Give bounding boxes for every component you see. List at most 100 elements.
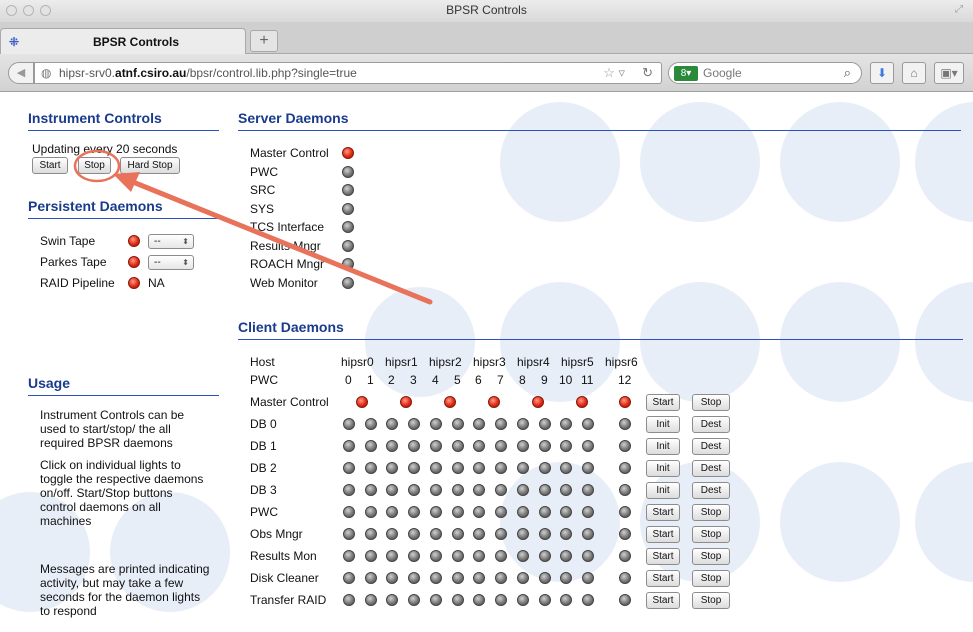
client-daemon-light[interactable] (582, 462, 594, 474)
client-daemon-light[interactable] (619, 462, 631, 474)
client-daemon-light[interactable] (430, 418, 442, 430)
client-daemon-light[interactable] (619, 418, 631, 430)
client-daemon-light[interactable] (582, 594, 594, 606)
client-daemon-light[interactable] (517, 572, 529, 584)
client-daemon-light[interactable] (517, 484, 529, 496)
client-daemon-light[interactable] (408, 572, 420, 584)
client-daemon-light[interactable] (582, 506, 594, 518)
client-daemon-light[interactable] (365, 572, 377, 584)
client-daemon-light[interactable] (365, 440, 377, 452)
client-daemon-light[interactable] (560, 594, 572, 606)
client-daemon-light[interactable] (343, 418, 355, 430)
client-daemon-light[interactable] (356, 396, 368, 408)
client-daemon-light[interactable] (582, 418, 594, 430)
server-daemon-light[interactable] (342, 258, 354, 270)
client-daemon-light[interactable] (452, 594, 464, 606)
client-daemon-light[interactable] (560, 462, 572, 474)
client-daemon-light[interactable] (452, 506, 464, 518)
client-row-button[interactable]: Stop (692, 570, 730, 587)
client-daemon-light[interactable] (517, 462, 529, 474)
client-daemon-light[interactable] (473, 594, 485, 606)
client-daemon-light[interactable] (343, 440, 355, 452)
client-daemon-light[interactable] (495, 418, 507, 430)
client-daemon-light[interactable] (386, 440, 398, 452)
client-daemon-light[interactable] (408, 440, 420, 452)
raid-pipeline-light[interactable] (128, 277, 140, 289)
client-daemon-light[interactable] (495, 550, 507, 562)
client-daemon-light[interactable] (517, 528, 529, 540)
client-daemon-light[interactable] (430, 462, 442, 474)
client-daemon-light[interactable] (560, 484, 572, 496)
client-daemon-light[interactable] (365, 528, 377, 540)
search-engine-icon[interactable]: 8▾ (674, 66, 698, 81)
search-bar[interactable]: 8▾ Google ⌕ (668, 62, 862, 84)
client-daemon-light[interactable] (408, 550, 420, 562)
downloads-icon[interactable]: ⬇ (870, 62, 894, 84)
client-daemon-light[interactable] (386, 572, 398, 584)
client-daemon-light[interactable] (495, 572, 507, 584)
client-daemon-light[interactable] (619, 484, 631, 496)
client-daemon-light[interactable] (517, 550, 529, 562)
client-daemon-light[interactable] (560, 550, 572, 562)
client-daemon-light[interactable] (576, 396, 588, 408)
instrument-start-button[interactable]: Start (32, 157, 68, 174)
client-daemon-light[interactable] (488, 396, 500, 408)
client-daemon-light[interactable] (532, 396, 544, 408)
client-daemon-light[interactable] (619, 572, 631, 584)
client-daemon-light[interactable] (365, 484, 377, 496)
client-daemon-light[interactable] (365, 550, 377, 562)
client-daemon-light[interactable] (386, 528, 398, 540)
client-daemon-light[interactable] (343, 572, 355, 584)
client-daemon-light[interactable] (452, 418, 464, 430)
client-row-button[interactable]: Stop (692, 504, 730, 521)
client-daemon-light[interactable] (539, 506, 551, 518)
swin-tape-light[interactable] (128, 235, 140, 247)
client-daemon-light[interactable] (452, 484, 464, 496)
client-daemon-light[interactable] (517, 418, 529, 430)
client-row-button[interactable]: Dest (692, 416, 730, 433)
client-daemon-light[interactable] (495, 484, 507, 496)
search-icon[interactable]: ⌕ (844, 65, 851, 81)
client-daemon-light[interactable] (495, 462, 507, 474)
client-daemon-light[interactable] (539, 550, 551, 562)
new-tab-button[interactable]: + (250, 30, 278, 52)
client-daemon-light[interactable] (386, 462, 398, 474)
client-daemon-light[interactable] (452, 462, 464, 474)
client-daemon-light[interactable] (473, 506, 485, 518)
server-daemon-light[interactable] (342, 239, 354, 252)
client-daemon-light[interactable] (582, 440, 594, 452)
client-daemon-light[interactable] (430, 550, 442, 562)
client-daemon-light[interactable] (473, 572, 485, 584)
client-row-button[interactable]: Dest (692, 482, 730, 499)
client-daemon-light[interactable] (619, 528, 631, 540)
client-daemon-light[interactable] (539, 440, 551, 452)
client-row-button[interactable]: Start (646, 394, 680, 411)
client-row-button[interactable]: Stop (692, 548, 730, 565)
client-daemon-light[interactable] (582, 528, 594, 540)
client-daemon-light[interactable] (582, 550, 594, 562)
url-bar[interactable]: ◍ hipsr-srv0.atnf.csiro.au/bpsr/control.… (34, 62, 662, 84)
window-controls[interactable] (6, 5, 51, 16)
client-row-button[interactable]: Dest (692, 438, 730, 455)
client-daemon-light[interactable] (386, 484, 398, 496)
client-daemon-light[interactable] (408, 528, 420, 540)
client-daemon-light[interactable] (343, 484, 355, 496)
client-daemon-light[interactable] (539, 462, 551, 474)
client-daemon-light[interactable] (365, 506, 377, 518)
client-daemon-light[interactable] (343, 594, 355, 606)
client-daemon-light[interactable] (560, 572, 572, 584)
client-daemon-light[interactable] (386, 506, 398, 518)
client-row-button[interactable]: Init (646, 460, 680, 477)
client-daemon-light[interactable] (560, 506, 572, 518)
client-daemon-light[interactable] (539, 572, 551, 584)
client-daemon-light[interactable] (452, 440, 464, 452)
client-daemon-light[interactable] (386, 550, 398, 562)
parkes-tape-select[interactable]: -- ⬍ (148, 255, 194, 270)
client-row-button[interactable]: Stop (692, 526, 730, 543)
client-daemon-light[interactable] (473, 528, 485, 540)
client-daemon-light[interactable] (517, 506, 529, 518)
client-daemon-light[interactable] (365, 418, 377, 430)
client-daemon-light[interactable] (430, 440, 442, 452)
client-daemon-light[interactable] (560, 418, 572, 430)
client-row-button[interactable]: Stop (692, 592, 730, 609)
